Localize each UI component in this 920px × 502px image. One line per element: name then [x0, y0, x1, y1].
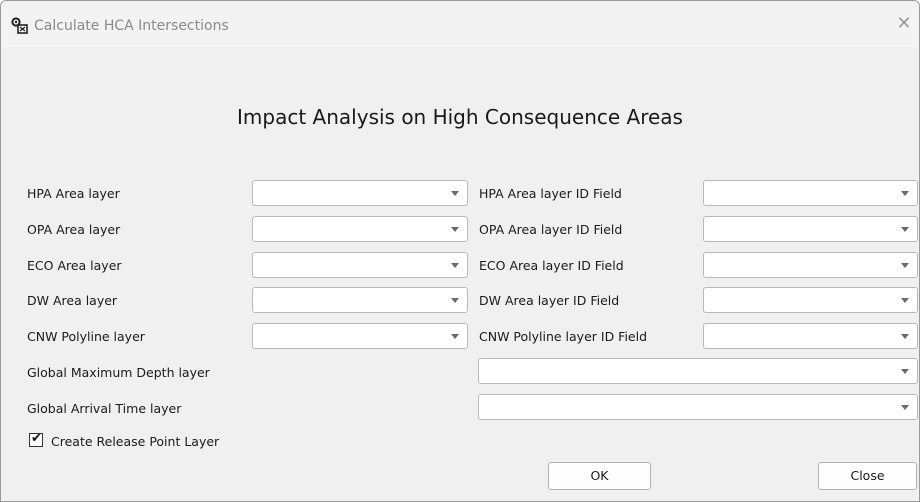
opa-area-layer-label: OPA Area layer — [27, 222, 121, 237]
close-button[interactable]: Close — [818, 462, 917, 490]
eco-area-layer-label: ECO Area layer — [27, 258, 122, 273]
ok-button[interactable]: OK — [548, 462, 651, 490]
global-max-depth-label: Global Maximum Depth layer — [27, 365, 210, 380]
chevron-down-icon — [901, 263, 909, 268]
eco-area-layer-combo[interactable] — [252, 252, 468, 278]
window-title: Calculate HCA Intersections — [34, 18, 229, 34]
global-arrival-time-label: Global Arrival Time layer — [27, 401, 182, 416]
cnw-polyline-layer-combo[interactable] — [252, 323, 468, 349]
global-arrival-time-combo[interactable] — [478, 394, 918, 420]
chevron-down-icon — [901, 298, 909, 303]
hpa-id-field-label: HPA Area layer ID Field — [479, 186, 622, 201]
dw-id-field-combo[interactable] — [703, 287, 918, 313]
opa-id-field-label: OPA Area layer ID Field — [479, 222, 623, 237]
dw-id-field-label: DW Area layer ID Field — [479, 293, 620, 308]
cnw-id-field-label: CNW Polyline layer ID Field — [479, 329, 648, 344]
opa-id-field-combo[interactable] — [703, 216, 918, 242]
chevron-down-icon — [901, 369, 909, 374]
create-release-point-label[interactable]: Create Release Point Layer — [51, 434, 219, 449]
checkmark-icon: ✔ — [31, 431, 42, 446]
hpa-area-layer-label: HPA Area layer — [27, 186, 120, 201]
eco-id-field-label: ECO Area layer ID Field — [479, 258, 624, 273]
cnw-polyline-layer-label: CNW Polyline layer — [27, 329, 145, 344]
chevron-down-icon — [901, 405, 909, 410]
chevron-down-icon — [451, 191, 459, 196]
eco-id-field-combo[interactable] — [703, 252, 918, 278]
chevron-down-icon — [451, 227, 459, 232]
chevron-down-icon — [901, 191, 909, 196]
opa-area-layer-combo[interactable] — [252, 216, 468, 242]
cnw-id-field-combo[interactable] — [703, 323, 918, 349]
close-icon[interactable]: ✕ — [889, 9, 919, 39]
hpa-area-layer-combo[interactable] — [252, 180, 468, 206]
chevron-down-icon — [451, 263, 459, 268]
chevron-down-icon — [451, 334, 459, 339]
hpa-id-field-combo[interactable] — [703, 180, 918, 206]
chevron-down-icon — [451, 298, 459, 303]
create-release-point-checkbox[interactable]: ✔ — [29, 431, 43, 447]
global-max-depth-combo[interactable] — [478, 358, 918, 384]
page-title: Impact Analysis on High Consequence Area… — [237, 105, 683, 129]
chevron-down-icon — [901, 334, 909, 339]
title-bar: Calculate HCA Intersections ✕ — [1, 1, 919, 47]
chevron-down-icon — [901, 227, 909, 232]
dw-area-layer-combo[interactable] — [252, 287, 468, 313]
dw-area-layer-label: DW Area layer — [27, 293, 118, 308]
dialog-window: Calculate HCA Intersections ✕ Impact Ana… — [0, 0, 920, 502]
gear-tool-icon — [11, 17, 28, 34]
